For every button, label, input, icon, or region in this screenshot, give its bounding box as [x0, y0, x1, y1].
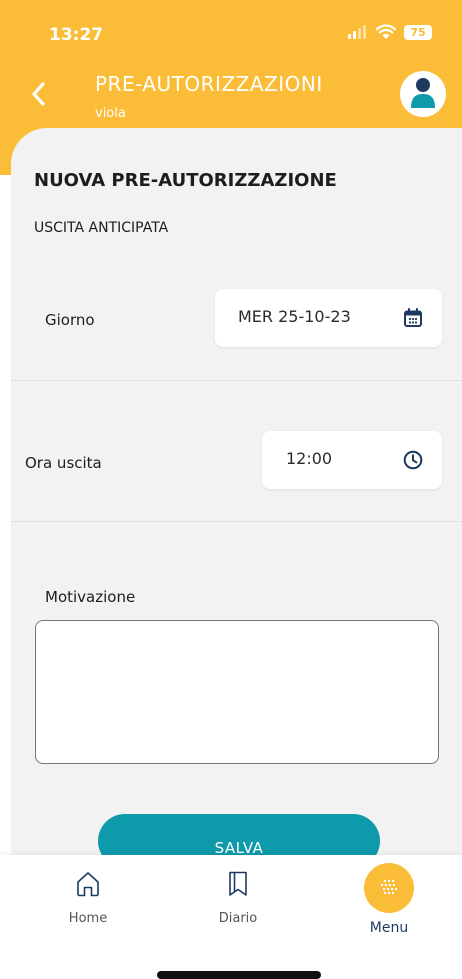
nav-label-menu: Menu [369, 920, 409, 936]
nav-item-diario[interactable]: Diario [188, 871, 288, 926]
avatar[interactable] [400, 71, 446, 117]
dots-grid-icon [380, 879, 398, 895]
menu-button[interactable] [364, 863, 414, 913]
chevron-left-icon [32, 82, 45, 106]
home-icon [77, 872, 99, 897]
app-screen: 13:27 75 PRE-AUTORIZZAZIONI viola NUOVA … [0, 0, 462, 979]
nav-item-home[interactable]: Home [38, 871, 138, 926]
wifi-icon [376, 24, 396, 39]
divider [11, 521, 462, 522]
nav-label-diario: Diario [218, 911, 258, 926]
time-picker[interactable]: 12:00 [262, 431, 442, 489]
clock-icon [403, 450, 423, 470]
calendar-icon [404, 308, 422, 327]
person-icon [411, 78, 435, 108]
bottom-nav: Home Diario Menu [0, 855, 462, 979]
nav-item-menu[interactable]: Menu [339, 863, 439, 936]
status-time: 13:27 [49, 25, 104, 45]
day-label: Giorno [45, 311, 95, 329]
status-icons: 75 [348, 24, 432, 40]
day-picker[interactable]: MER 25-10-23 [215, 289, 442, 347]
nav-label-home: Home [68, 911, 108, 926]
form-type: USCITA ANTICIPATA [34, 220, 169, 236]
home-indicator [157, 971, 321, 979]
signal-icon [348, 25, 366, 39]
battery-badge: 75 [404, 24, 432, 40]
bookmark-icon [229, 871, 247, 896]
status-bar: 13:27 75 [0, 0, 462, 60]
page-title: PRE-AUTORIZZAZIONI [95, 72, 323, 96]
day-value: MER 25-10-23 [238, 307, 351, 326]
time-label: Ora uscita [25, 454, 102, 472]
form-title: NUOVA PRE-AUTORIZZAZIONE [34, 170, 337, 191]
divider [11, 380, 462, 381]
time-value: 12:00 [286, 449, 333, 468]
form-card: NUOVA PRE-AUTORIZZAZIONE USCITA ANTICIPA… [11, 128, 462, 868]
reason-label: Motivazione [45, 588, 136, 606]
back-button[interactable] [22, 78, 54, 110]
reason-textarea[interactable] [35, 620, 439, 764]
page-subtitle: viola [95, 106, 126, 121]
